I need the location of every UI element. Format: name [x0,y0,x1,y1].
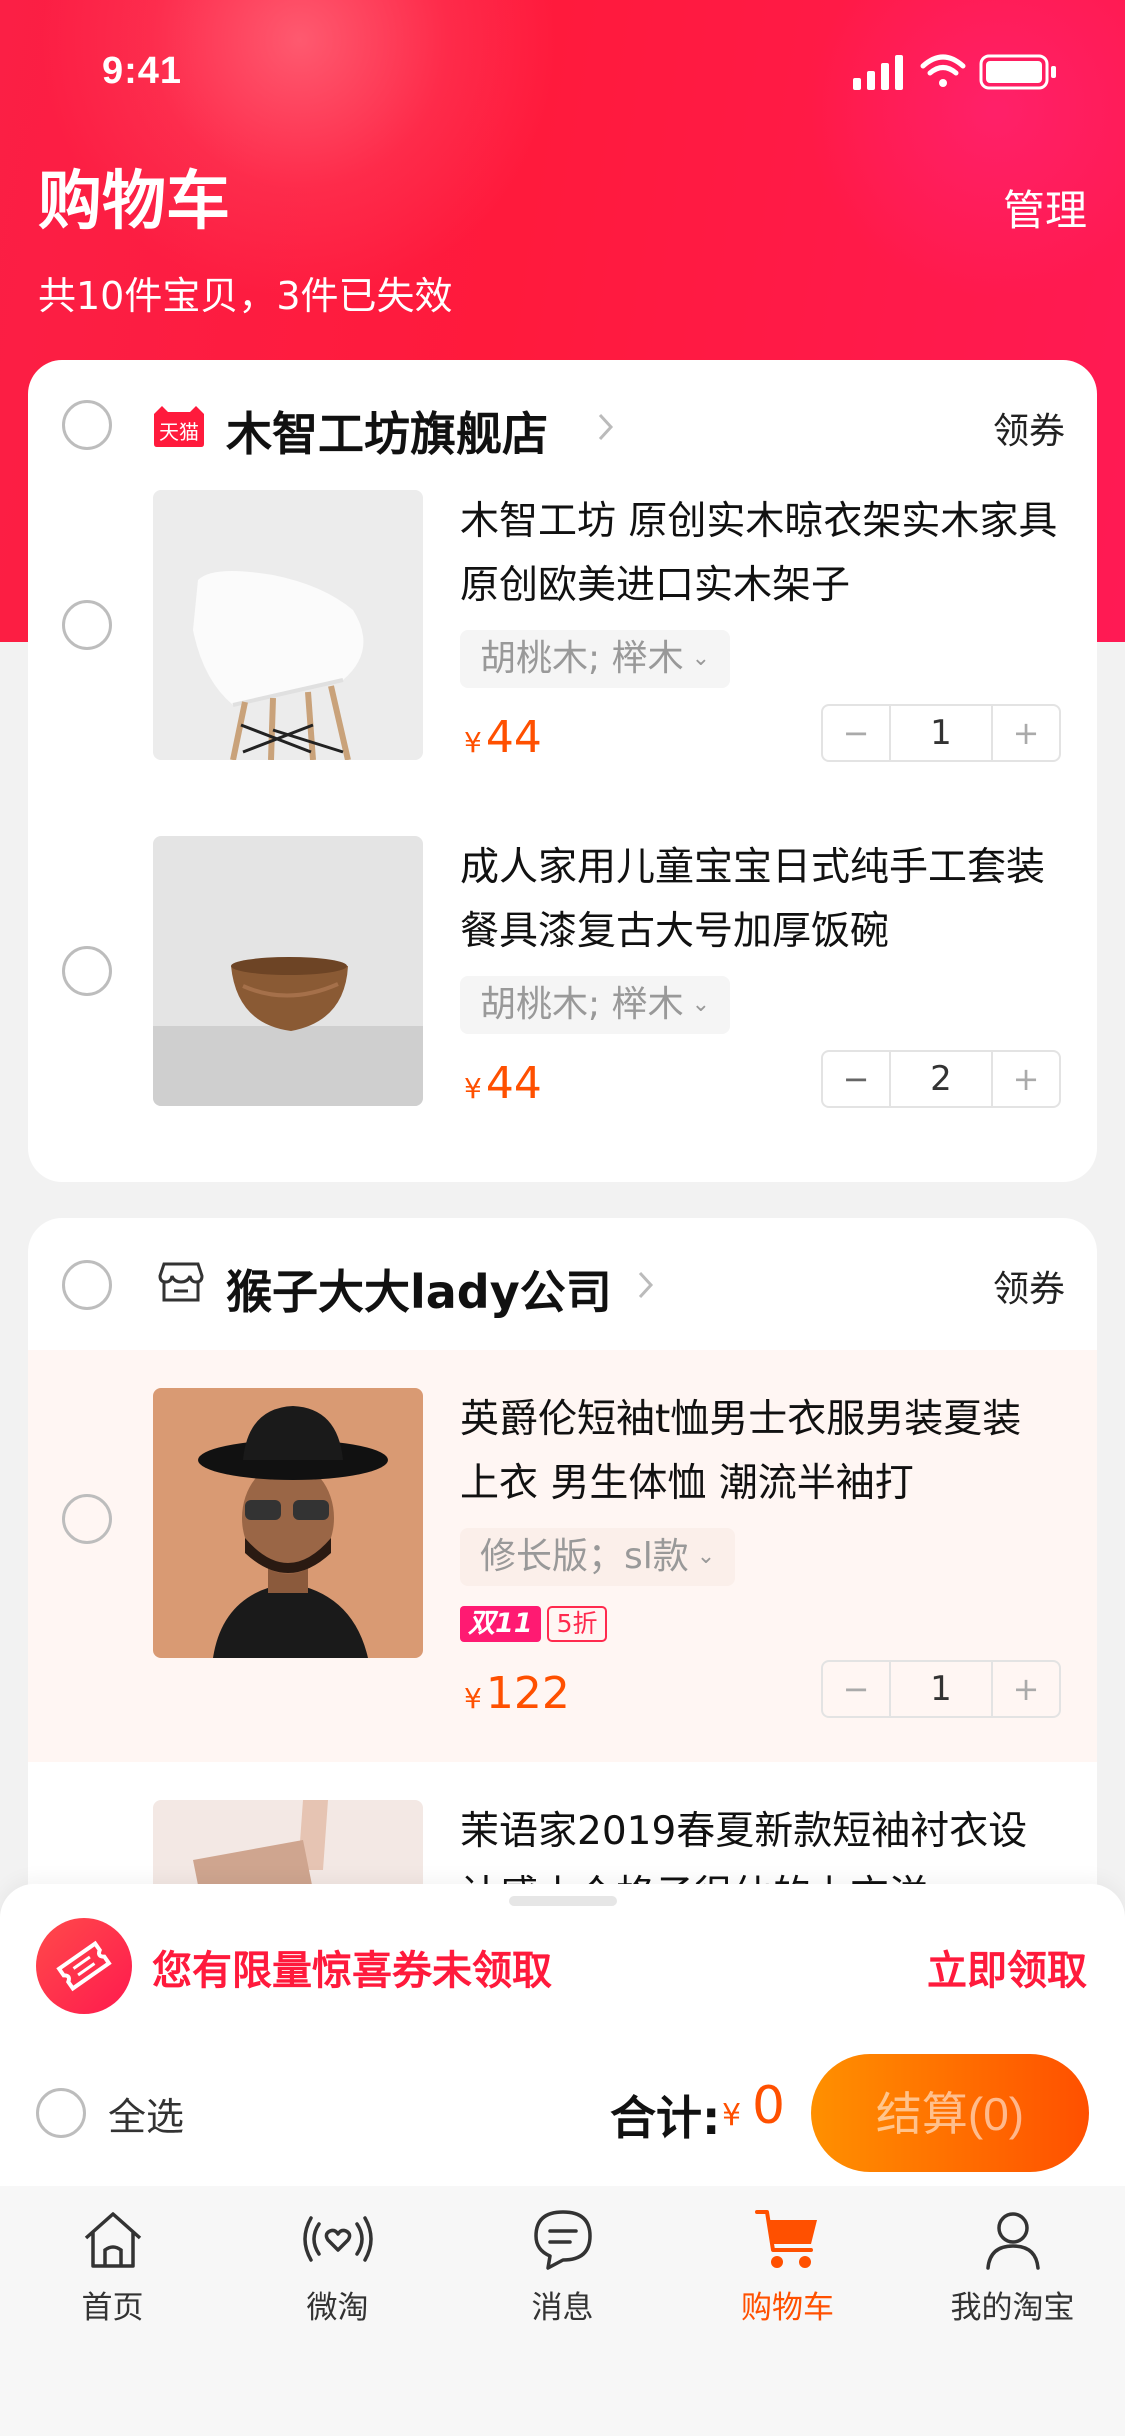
sku-label: 胡桃木; 榉木 [480,984,684,1025]
chevron-down-icon: ⌄ [696,1544,716,1569]
product-image[interactable] [153,836,423,1106]
discount-tag: 5折 [546,1606,608,1642]
checkout-panel: 您有限量惊喜券未领取 立即领取 全选 合计: ¥ 0 结算(0) [0,1884,1125,2186]
store-icon [158,1262,204,1302]
item-select-radio[interactable] [62,946,112,996]
chevron-right-icon [638,1271,654,1299]
shop-name[interactable]: 猴子大大lady公司 [226,1256,612,1322]
decrease-button[interactable]: − [823,1052,889,1106]
shop-header: 猴子大大lady公司 领券 [28,1218,1097,1348]
chevron-right-icon [598,413,614,441]
checkout-button[interactable]: 结算(0) [811,2054,1089,2172]
manage-button[interactable]: 管理 [1003,177,1087,238]
double11-tag: 双11 [460,1606,541,1642]
select-all-label[interactable]: 全选 [108,2086,184,2141]
product-image[interactable] [153,1388,423,1658]
increase-button[interactable]: + [993,1662,1059,1716]
tab-my-taobao[interactable]: 我的淘宝 [900,2204,1125,2344]
sku-selector[interactable]: 胡桃木; 榉木 ⌄ [460,630,731,688]
tab-label: 微淘 [306,2290,369,2326]
total-currency: ¥ [722,2098,742,2133]
item-price: ¥44 [464,712,542,763]
message-icon [533,2210,592,2270]
increase-button[interactable]: + [993,706,1059,760]
item-select-radio[interactable] [62,1494,112,1544]
quantity-value[interactable]: 1 [889,1662,993,1716]
quantity-stepper: − 1 + [821,704,1061,762]
item-title[interactable]: 英爵伦短袖t恤男士衣服男装夏装上衣 男生体恤 潮流半袖打 [460,1388,1060,1516]
status-icons [853,54,1056,90]
cart-summary: 共10件宝贝，3件已失效 [38,274,453,318]
currency-symbol: ¥ [464,726,482,759]
cart-item: 英爵伦短袖t恤男士衣服男装夏装上衣 男生体恤 潮流半袖打 修长版；sl款 ⌄ 双1… [28,1350,1097,1762]
quantity-value[interactable]: 2 [889,1052,993,1106]
item-price: ¥122 [464,1668,570,1719]
currency-symbol: ¥ [464,1682,482,1715]
price-value: 122 [485,1668,570,1719]
chevron-down-icon: ⌄ [691,992,711,1017]
cart-item: 木智工坊 原创实木晾衣架实木家具原创欧美进口实木架子 胡桃木; 榉木 ⌄ ¥44 … [28,490,1097,835]
coupon-message: 您有限量惊喜券未领取 [152,1948,552,1994]
select-all-radio[interactable] [36,2088,86,2138]
item-title[interactable]: 木智工坊 原创实木晾衣架实木家具原创欧美进口实木架子 [460,490,1060,618]
sku-selector[interactable]: 修长版；sl款 ⌄ [460,1528,736,1586]
shop-select-radio[interactable] [62,400,112,450]
quantity-stepper: − 1 + [821,1660,1061,1718]
status-time: 9:41 [102,50,183,92]
tab-label: 消息 [531,2290,594,2326]
tab-cart[interactable]: 购物车 [675,2204,900,2344]
tab-label: 我的淘宝 [950,2290,1075,2326]
tab-label: 首页 [81,2290,144,2326]
price-value: 44 [485,1058,542,1109]
claim-coupon-button[interactable]: 立即领取 [927,1938,1087,1996]
total-label: 合计: [610,2091,721,2145]
tab-messages[interactable]: 消息 [450,2204,675,2344]
promo-tags: 双11 5折 [460,1606,608,1642]
decrease-button[interactable]: − [823,1662,889,1716]
tab-home[interactable]: 首页 [0,2204,225,2344]
page-title: 购物车 [38,165,230,239]
price-value: 44 [485,712,542,763]
item-price: ¥44 [464,1058,542,1109]
wifi-icon [920,54,966,87]
sku-label: 胡桃木; 榉木 [480,638,684,679]
decrease-button[interactable]: − [823,706,889,760]
cart-item: 成人家用儿童宝宝日式纯手工套装餐具漆复古大号加厚饭碗 胡桃木; 榉木 ⌄ ¥44 … [28,836,1097,1181]
coupon-banner[interactable]: 您有限量惊喜券未领取 立即领取 [0,1904,1125,2024]
total-value: 0 [752,2076,786,2136]
shop-header: 天猫 木智工坊旗舰店 领券 [28,360,1097,490]
cart-icon [754,2210,817,2268]
shop-select-radio[interactable] [62,1260,112,1310]
chevron-down-icon: ⌄ [691,646,711,671]
signal-icon [853,55,903,90]
sku-label: 修长版；sl款 [480,1536,689,1577]
weitao-icon [302,2216,373,2262]
quantity-stepper: − 2 + [821,1050,1061,1108]
checkout-bar: 全选 合计: ¥ 0 结算(0) [0,2046,1125,2176]
status-bar: 9:41 [0,0,1125,140]
quantity-value[interactable]: 1 [889,706,993,760]
shop-name[interactable]: 木智工坊旗舰店 [226,398,548,464]
svg-text:天猫: 天猫 [159,420,199,444]
increase-button[interactable]: + [993,1052,1059,1106]
item-title[interactable]: 成人家用儿童宝宝日式纯手工套装餐具漆复古大号加厚饭碗 [460,836,1060,964]
battery-icon [979,54,1056,90]
profile-icon [985,2212,1040,2270]
home-icon [84,2212,141,2268]
shop-card: 天猫 木智工坊旗舰店 领券 木智工坊 原创实木晾衣架实木家具原创欧美进口实木架子… [28,360,1097,1182]
coupon-icon [36,1918,132,2014]
tmall-badge-icon: 天猫 [154,406,204,447]
tab-weitao[interactable]: 微淘 [225,2204,450,2344]
tab-bar: 首页 微淘 消息 购物车 我的淘宝 [0,2186,1125,2436]
product-image[interactable] [153,490,423,760]
tab-label: 购物车 [741,2290,834,2326]
sku-selector[interactable]: 胡桃木; 榉木 ⌄ [460,976,731,1034]
shop-card: 猴子大大lady公司 领券 英爵伦短袖t恤男士衣服男装夏装上衣 男生体恤 潮流半… [28,1218,1097,1918]
get-coupon-link[interactable]: 领券 [993,402,1065,454]
item-select-radio[interactable] [62,600,112,650]
currency-symbol: ¥ [464,1072,482,1105]
get-coupon-link[interactable]: 领券 [993,1260,1065,1312]
